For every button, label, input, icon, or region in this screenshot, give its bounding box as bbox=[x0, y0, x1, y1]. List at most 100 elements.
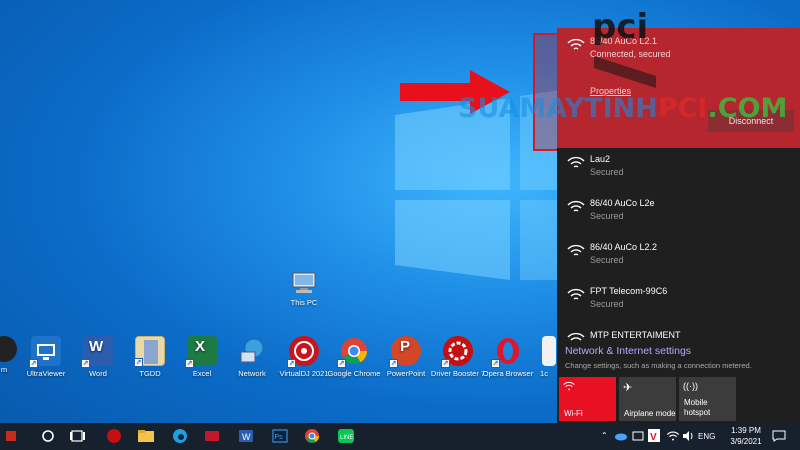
this-pc-label: This PC bbox=[290, 298, 318, 307]
this-pc-icon[interactable]: This PC bbox=[284, 272, 324, 307]
wifi-network-item[interactable]: FPT Telecom-99C6 Secured bbox=[557, 278, 800, 322]
svg-text:V: V bbox=[650, 432, 657, 442]
app-taskbar-icon[interactable] bbox=[202, 427, 222, 445]
driver-booster-taskbar-icon[interactable] bbox=[104, 427, 124, 445]
network-icon bbox=[237, 336, 267, 366]
desktop-icon-label: PowerPoint bbox=[386, 369, 426, 378]
desktop-icon-virtualdj[interactable]: ↗ VirtualDJ 2021 bbox=[276, 336, 332, 378]
desktop-icon-network[interactable]: Network bbox=[224, 336, 280, 378]
desktop-icon-label: VirtualDJ 2021 bbox=[279, 369, 329, 378]
network-ssid: MTP ENTERTAIMENT bbox=[590, 330, 681, 340]
file-explorer-icon[interactable] bbox=[136, 427, 156, 445]
wifi-signal-icon bbox=[567, 38, 585, 50]
wifi-signal-icon bbox=[567, 332, 585, 341]
pci-logo: pci bbox=[592, 7, 656, 88]
svg-text:LINE: LINE bbox=[340, 435, 353, 441]
partial-file-icon bbox=[542, 336, 556, 366]
partial-start-icon[interactable] bbox=[6, 427, 24, 445]
desktop-icon-tgdd[interactable]: ↗ TGDD bbox=[122, 336, 178, 378]
antivirus-icon[interactable]: V bbox=[648, 429, 660, 442]
mobile-hotspot-tile[interactable]: ((·)) Mobile hotspot bbox=[679, 377, 736, 421]
network-ssid: 86/40 AuCo L2.2 bbox=[590, 242, 658, 252]
wifi-network-item[interactable]: 86/40 AuCo L2e Secured bbox=[557, 190, 800, 234]
watermark-part2: PCI bbox=[657, 93, 708, 124]
photoshop-icon[interactable]: Ps bbox=[270, 427, 290, 445]
ultraviewer-icon: ↗ bbox=[29, 336, 61, 368]
clock-date: 3/9/2021 bbox=[730, 437, 762, 446]
desktop-icon-label: Word bbox=[89, 369, 107, 378]
chrome-taskbar-icon[interactable] bbox=[302, 427, 322, 445]
wifi-signal-icon bbox=[567, 288, 585, 300]
network-ssid: 86/40 AuCo L2e bbox=[590, 198, 655, 208]
task-view-icon[interactable] bbox=[68, 427, 88, 445]
chevron-up-icon[interactable]: ⌃ bbox=[601, 431, 608, 450]
desktop-icon-word[interactable]: W ↗ Word bbox=[70, 336, 126, 378]
network-status: Secured bbox=[590, 211, 624, 221]
network-status: Secured bbox=[590, 167, 624, 177]
tgdd-folder-icon: ↗ bbox=[134, 336, 165, 367]
desktop-icon-chrome[interactable]: ↗ Google Chrome bbox=[326, 336, 382, 378]
driver-booster-icon: ↗ bbox=[441, 336, 473, 368]
opera-icon: ↗ bbox=[491, 336, 523, 368]
watermark-part1: SUAMAYTINH bbox=[458, 93, 658, 124]
desktop-icon-label: UltraViewer bbox=[26, 369, 66, 378]
clock[interactable]: 1:39 PM 3/9/2021 bbox=[726, 425, 766, 447]
tile-label: Wi-Fi bbox=[564, 409, 583, 418]
desktop-icon-ultraviewer[interactable]: ↗ UltraViewer bbox=[18, 336, 74, 378]
desktop-icon-label: TGDD bbox=[139, 369, 161, 378]
storage-icon[interactable] bbox=[632, 430, 644, 442]
watermark-part3: .COM bbox=[707, 93, 788, 124]
notification-center-icon[interactable] bbox=[772, 430, 786, 442]
network-status: Secured bbox=[590, 255, 624, 265]
language-indicator[interactable]: ENG bbox=[698, 432, 715, 441]
desktop-icon-label: 1c bbox=[540, 369, 548, 378]
wifi-icon bbox=[563, 381, 575, 391]
volume-icon[interactable] bbox=[682, 430, 694, 442]
wifi-signal-icon bbox=[567, 156, 585, 168]
network-settings-link[interactable]: Network & Internet settings bbox=[565, 345, 691, 357]
taskbar: W Ps LINE ⌃ V ENG 1:39 PM 3/9/2021 bbox=[0, 423, 800, 450]
excel-icon: X ↗ bbox=[185, 336, 217, 368]
hotspot-icon: ((·)) bbox=[683, 381, 698, 391]
desktop-icon-excel[interactable]: X ↗ Excel bbox=[174, 336, 230, 378]
computer-icon bbox=[292, 272, 316, 293]
network-ssid: FPT Telecom-99C6 bbox=[590, 286, 668, 296]
wifi-signal-icon bbox=[567, 200, 585, 212]
tile-label: Airplane mode bbox=[624, 409, 676, 418]
edge-icon[interactable] bbox=[170, 427, 190, 445]
network-ssid: Lau2 bbox=[590, 154, 611, 164]
pci-logo-text: pci bbox=[592, 7, 648, 47]
word-taskbar-icon[interactable]: W bbox=[236, 427, 256, 445]
wifi-toggle-tile[interactable]: Wi-Fi bbox=[559, 377, 616, 421]
site-watermark: SUAMAYTINHPCI.COM bbox=[458, 93, 787, 124]
wifi-tray-icon[interactable] bbox=[666, 431, 680, 441]
chrome-icon: ↗ bbox=[337, 336, 369, 368]
desktop-icons-row: m ↗ UltraViewer W ↗ Word ↗ TGDD X ↗ Exce… bbox=[0, 336, 560, 396]
airplane-icon: ✈ bbox=[623, 382, 633, 394]
network-settings-description: Change settings, such as making a connec… bbox=[565, 361, 752, 370]
partial-app-icon bbox=[0, 336, 17, 362]
search-circle-icon[interactable] bbox=[38, 427, 58, 445]
airplane-mode-tile[interactable]: ✈ Airplane mode bbox=[619, 377, 676, 421]
virtualdj-icon: ↗ bbox=[287, 336, 319, 368]
line-icon[interactable]: LINE bbox=[336, 427, 356, 445]
network-status: Secured bbox=[590, 299, 624, 309]
word-icon: W ↗ bbox=[81, 336, 113, 368]
onedrive-icon[interactable] bbox=[614, 431, 628, 441]
wifi-network-item[interactable]: 86/40 AuCo L2.2 Secured bbox=[557, 234, 800, 278]
wifi-network-item[interactable]: Lau2 Secured bbox=[557, 146, 800, 190]
svg-text:W: W bbox=[242, 432, 251, 442]
clock-time: 1:39 PM bbox=[731, 426, 761, 435]
svg-text:Ps: Ps bbox=[275, 434, 284, 441]
desktop-icon-driver-booster[interactable]: ↗ Driver Booster 7 bbox=[430, 336, 486, 378]
tile-label: Mobile hotspot bbox=[684, 398, 711, 417]
desktop-icon-partial-file[interactable]: 1c bbox=[528, 336, 560, 378]
wifi-network-item[interactable]: MTP ENTERTAIMENT bbox=[557, 322, 800, 342]
desktop-icon-powerpoint[interactable]: P ↗ PowerPoint bbox=[378, 336, 434, 378]
powerpoint-icon: P ↗ bbox=[389, 336, 421, 368]
desktop-icon-label: Network bbox=[238, 369, 266, 378]
desktop-icon-label: Driver Booster 7 bbox=[430, 369, 486, 378]
desktop-icon-label: Excel bbox=[192, 369, 212, 378]
wifi-signal-icon bbox=[567, 244, 585, 256]
desktop-icon-label: Google Chrome bbox=[327, 369, 381, 378]
